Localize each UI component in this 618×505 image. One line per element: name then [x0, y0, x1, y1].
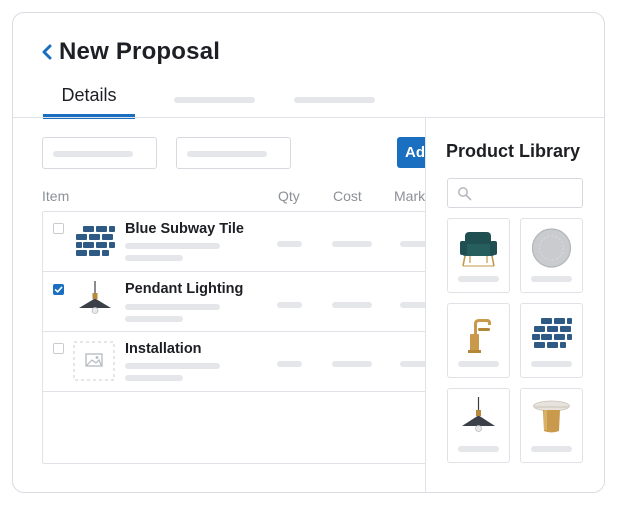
row-markup-value: [400, 302, 425, 308]
row-cost-value: [332, 361, 372, 367]
product-card[interactable]: [447, 218, 510, 293]
product-caption: [531, 361, 572, 367]
faucet-icon: [468, 319, 491, 353]
row-cost-value: [332, 302, 372, 308]
filter-field-2-placeholder: [187, 151, 267, 157]
armchair-icon: [460, 232, 497, 267]
product-card[interactable]: [447, 388, 510, 463]
product-caption: [458, 446, 499, 452]
proposal-header: New Proposal Details: [13, 13, 604, 119]
row-qty-value: [277, 302, 302, 308]
row-checkbox[interactable]: [53, 343, 64, 354]
row-description-line: [125, 255, 183, 261]
row-description-line: [125, 304, 220, 310]
pendant-lamp-icon: [79, 281, 111, 314]
pendant-lamp-icon: [462, 397, 495, 432]
proposal-items-panel: Ad Item Qty Cost Mark Blue Subway Tile P…: [13, 118, 425, 492]
row-item-name: Installation: [125, 341, 202, 357]
column-header-markup: Mark: [394, 188, 425, 204]
filter-field-1-placeholder: [53, 151, 133, 157]
product-library-title: Product Library: [446, 141, 581, 161]
product-caption: [458, 361, 499, 367]
product-card[interactable]: [520, 218, 583, 293]
tab-details[interactable]: Details: [43, 85, 135, 119]
tab-placeholder-3[interactable]: [294, 97, 375, 103]
product-card[interactable]: [520, 303, 583, 378]
checkmark-icon: [54, 286, 63, 293]
tab-details-label: Details: [61, 85, 117, 105]
row-description-line: [125, 375, 183, 381]
image-placeholder-icon: [73, 341, 115, 381]
round-rug-icon: [531, 228, 572, 268]
subway-tile-icon: [532, 318, 572, 348]
library-search-input[interactable]: [447, 178, 583, 208]
tab-placeholder-2[interactable]: [174, 97, 255, 103]
row-checkbox[interactable]: [53, 223, 64, 234]
filter-field-1[interactable]: [42, 137, 157, 169]
row-checkbox[interactable]: [53, 284, 64, 295]
column-header-item: Item: [42, 188, 70, 204]
row-markup-value: [400, 241, 425, 247]
row-qty-value: [277, 361, 302, 367]
add-button[interactable]: Ad: [397, 137, 425, 168]
proposal-window: New Proposal Details Ad Item Qty Cost Ma…: [12, 12, 605, 493]
product-library-panel: Product Library: [425, 118, 604, 492]
product-card[interactable]: [447, 303, 510, 378]
row-item-name: Blue Subway Tile: [125, 221, 244, 237]
items-table: Blue Subway Tile Pendant Lighting Instal…: [42, 211, 425, 464]
subway-tile-icon: [76, 226, 115, 256]
row-cost-value: [332, 241, 372, 247]
row-item-name: Pendant Lighting: [125, 281, 244, 297]
table-row[interactable]: Pendant Lighting: [43, 272, 425, 332]
product-card[interactable]: [520, 388, 583, 463]
search-icon: [458, 187, 472, 201]
page-title: New Proposal: [59, 38, 221, 65]
chevron-left-icon[interactable]: [39, 42, 55, 62]
row-qty-value: [277, 241, 302, 247]
product-caption: [458, 276, 499, 282]
row-description-line: [125, 316, 183, 322]
row-markup-value: [400, 361, 425, 367]
row-description-line: [125, 243, 220, 249]
filter-field-2[interactable]: [176, 137, 291, 169]
column-header-qty: Qty: [278, 188, 300, 204]
column-header-cost: Cost: [333, 188, 362, 204]
side-table-icon: [533, 400, 570, 433]
product-caption: [531, 446, 572, 452]
row-description-line: [125, 363, 220, 369]
table-row[interactable]: Installation: [43, 332, 425, 392]
table-row[interactable]: Blue Subway Tile: [43, 212, 425, 272]
product-caption: [531, 276, 572, 282]
